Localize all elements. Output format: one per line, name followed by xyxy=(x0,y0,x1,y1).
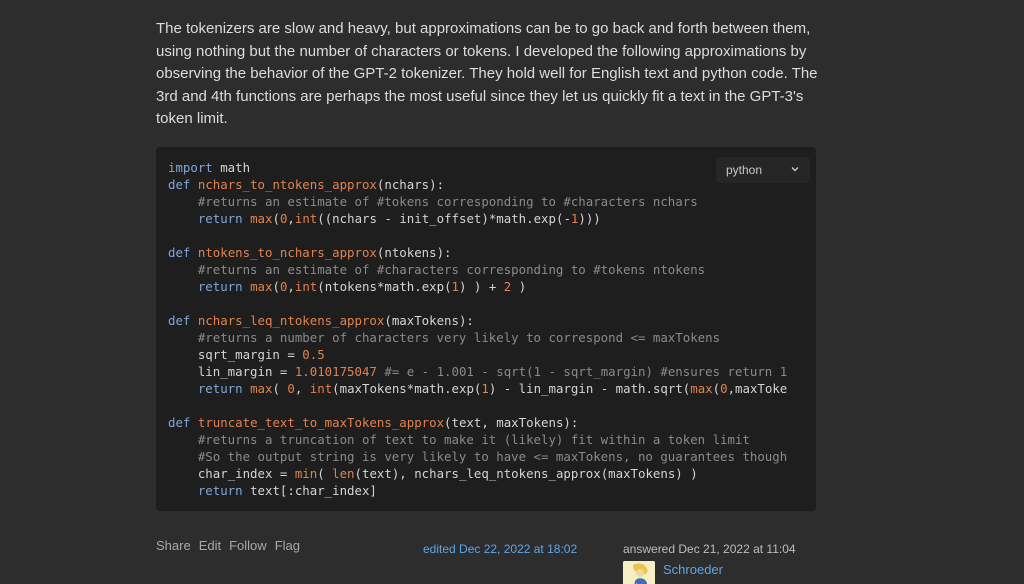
edited-timestamp-link[interactable]: edited Dec 22, 2022 at 18:02 xyxy=(423,542,577,556)
follow-link[interactable]: Follow xyxy=(229,538,267,553)
post-menu: Share Edit Follow Flag xyxy=(156,538,300,553)
answered-timestamp: answered Dec 21, 2022 at 11:04 xyxy=(623,542,796,556)
avatar-image xyxy=(623,561,655,584)
flag-link[interactable]: Flag xyxy=(275,538,300,553)
edit-link[interactable]: Edit xyxy=(199,538,221,553)
code-block[interactable]: import math def nchars_to_ntokens_approx… xyxy=(156,147,816,511)
user-avatar-icon[interactable] xyxy=(623,561,655,584)
share-link[interactable]: Share xyxy=(156,538,191,553)
answer-body: The tokenizers are slow and heavy, but a… xyxy=(156,18,836,131)
user-name-link[interactable]: Schroeder xyxy=(663,562,723,577)
chevron-down-icon xyxy=(791,167,799,172)
language-select[interactable]: python xyxy=(716,157,810,183)
answer-paragraph: The tokenizers are slow and heavy, but a… xyxy=(156,20,818,127)
language-label: python xyxy=(726,163,763,177)
code-content[interactable]: import math def nchars_to_ntokens_approx… xyxy=(168,159,787,499)
